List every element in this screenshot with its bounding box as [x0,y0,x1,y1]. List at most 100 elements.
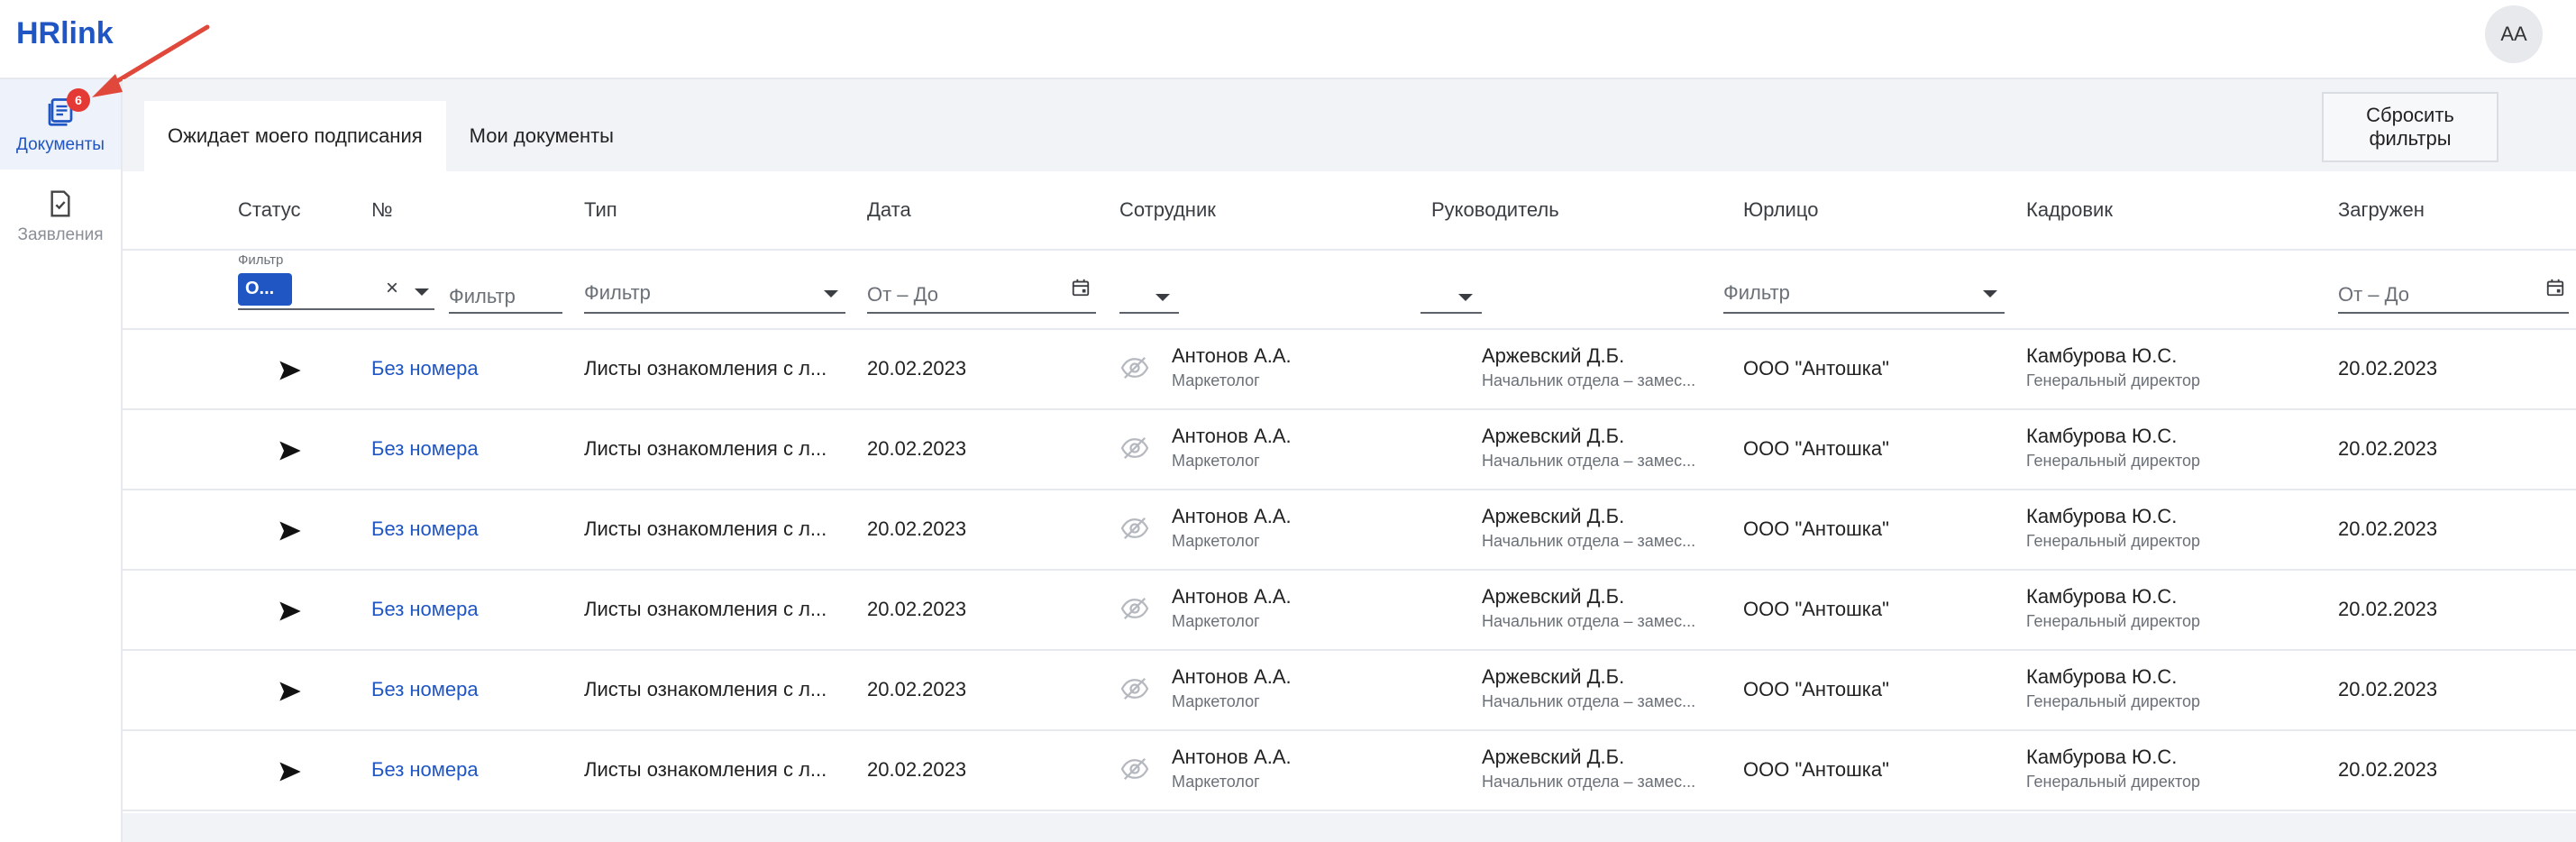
employee-name: Антонов А.А. [1172,585,1292,608]
column-header-date[interactable]: Дата [867,198,911,222]
employee-name: Антонов А.А. [1172,746,1292,768]
document-type: Листы ознакомления с л... [584,758,827,781]
table-row[interactable]: Без номера Листы ознакомления с л... 20.… [123,490,2576,571]
type-filter-select[interactable]: Фильтр [584,274,845,314]
top-bar: HRlink АА [0,0,2576,79]
calendar-icon[interactable] [1071,278,1091,297]
uploaded-filter-input[interactable]: От – До [2338,274,2569,314]
chevron-down-icon [1983,290,1997,297]
hr-name: Камбурова Ю.С. [2026,585,2178,608]
manager-role: Начальник отдела – замес... [1482,532,1696,550]
send-icon [279,361,301,380]
employee-role: Маркетолог [1172,612,1260,630]
manager-name: Аржевский Д.Б. [1482,665,1625,688]
hr-role: Генеральный директор [2026,532,2201,550]
table-row[interactable]: Без номера Листы ознакомления с л... 20.… [123,410,2576,490]
employee-filter-select[interactable] [1119,274,1179,314]
uploaded-date: 20.02.2023 [2338,758,2438,781]
column-header-uploaded[interactable]: Загружен [2338,198,2425,222]
eye-off-icon [1120,437,1149,459]
uploaded-date: 20.02.2023 [2338,357,2438,380]
documents-table: Статус № Тип Дата Сотрудник Руководитель… [123,171,2576,813]
hr-name: Камбурова Ю.С. [2026,746,2178,768]
tab-my-documents[interactable]: Мои документы [446,101,637,171]
tabs: Ожидает моего подписания Мои документы [144,101,637,171]
calendar-icon[interactable] [2545,278,2565,297]
document-number-link[interactable]: Без номера [371,437,479,461]
send-icon [279,441,301,461]
send-icon [279,521,301,541]
eye-off-icon [1120,758,1149,780]
legal-entity: ООО "Антошка" [1743,598,1889,620]
clear-icon[interactable]: × [386,276,398,301]
main-content: Ожидает моего подписания Мои документы С… [123,79,2576,842]
table-row[interactable]: Без номера Листы ознакомления с л... 20.… [123,651,2576,731]
column-header-number[interactable]: № [371,198,393,222]
legal-entity: ООО "Антошка" [1743,437,1889,460]
document-number-link[interactable]: Без номера [371,517,479,541]
manager-role: Начальник отдела – замес... [1482,452,1696,470]
manager-name: Аржевский Д.Б. [1482,505,1625,527]
user-avatar[interactable]: АА [2485,5,2543,63]
hr-role: Генеральный директор [2026,692,2201,710]
employee-role: Маркетолог [1172,371,1260,389]
hr-name: Камбурова Ю.С. [2026,505,2178,527]
document-date: 20.02.2023 [867,517,967,540]
employee-name: Антонов А.А. [1172,425,1292,447]
chevron-down-icon [1458,294,1473,301]
employee-name: Антонов А.А. [1172,344,1292,367]
uploaded-date: 20.02.2023 [2338,437,2438,460]
tab-awaiting-signature[interactable]: Ожидает моего подписания [144,101,446,171]
table-header: Статус № Тип Дата Сотрудник Руководитель… [123,171,2576,251]
number-filter-input[interactable]: Фильтр [449,278,562,314]
eye-off-icon [1120,598,1149,619]
document-type: Листы ознакомления с л... [584,598,827,620]
sidebar-item-label: Заявления [17,225,104,244]
document-number-link[interactable]: Без номера [371,758,479,782]
send-icon [279,762,301,782]
document-number-link[interactable]: Без номера [371,678,479,701]
status-filter-label: Фильтр [238,252,284,268]
document-number-link[interactable]: Без номера [371,357,479,380]
application-icon [50,190,70,217]
hr-name: Камбурова Ю.С. [2026,344,2178,367]
chevron-down-icon [1156,294,1170,301]
hr-name: Камбурова Ю.С. [2026,425,2178,447]
filter-row: Фильтр О... × Фильтр Фильтр От – До Филь… [123,251,2576,330]
sidebar-item-applications[interactable]: Заявления [0,173,121,263]
document-date: 20.02.2023 [867,678,967,700]
document-number-link[interactable]: Без номера [371,598,479,621]
manager-role: Начальник отдела – замес... [1482,371,1696,389]
status-filter-chip[interactable]: О... [238,273,292,306]
document-type: Листы ознакомления с л... [584,678,827,700]
document-date: 20.02.2023 [867,437,967,460]
manager-name: Аржевский Д.Б. [1482,344,1625,367]
hr-name: Камбурова Ю.С. [2026,665,2178,688]
send-icon [279,601,301,621]
column-header-status[interactable]: Статус [238,198,301,222]
column-header-hr[interactable]: Кадровик [2026,198,2113,222]
chevron-down-icon[interactable] [415,288,429,296]
table-row[interactable]: Без номера Листы ознакомления с л... 20.… [123,330,2576,410]
document-date: 20.02.2023 [867,357,967,380]
manager-filter-select[interactable] [1420,274,1482,314]
hr-role: Генеральный директор [2026,371,2201,389]
uploaded-date: 20.02.2023 [2338,517,2438,540]
chevron-down-icon [824,290,838,297]
document-type: Листы ознакомления с л... [584,517,827,540]
table-row[interactable]: Без номера Листы ознакомления с л... 20.… [123,731,2576,811]
column-header-type[interactable]: Тип [584,198,617,222]
column-header-legal-entity[interactable]: Юрлицо [1743,198,1818,222]
table-row[interactable]: Без номера Листы ознакомления с л... 20.… [123,571,2576,651]
date-filter-input[interactable]: От – До [867,274,1096,314]
manager-name: Аржевский Д.Б. [1482,585,1625,608]
legal-entity: ООО "Антошка" [1743,678,1889,700]
reset-filters-button[interactable]: Сбросить фильтры [2322,92,2498,162]
manager-role: Начальник отдела – замес... [1482,692,1696,710]
employee-name: Антонов А.А. [1172,665,1292,688]
manager-role: Начальник отдела – замес... [1482,773,1696,791]
manager-name: Аржевский Д.Б. [1482,425,1625,447]
legal-entity-filter-select[interactable]: Фильтр [1723,274,2005,314]
column-header-manager[interactable]: Руководитель [1431,198,1559,222]
column-header-employee[interactable]: Сотрудник [1119,198,1216,222]
